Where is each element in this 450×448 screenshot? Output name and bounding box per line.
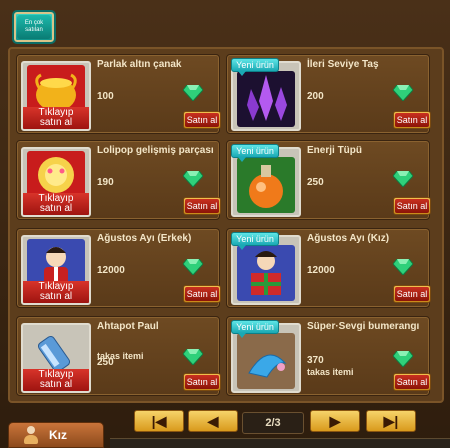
new-item-badge: Yeni ürün bbox=[231, 232, 279, 250]
item-thumbnail[interactable]: Tıklayıp satın al bbox=[21, 235, 91, 305]
item-price: 250 bbox=[307, 177, 324, 188]
click-to-buy-overlay[interactable]: Tıklayıp satın al bbox=[23, 193, 89, 215]
item-card: Tıklayıp satın al Ağustos Ayı (Erkek) 12… bbox=[16, 228, 221, 308]
click-to-buy-overlay[interactable]: Tıklayıp satın al bbox=[23, 369, 89, 391]
item-name: İleri Seviye Taş bbox=[307, 59, 379, 70]
item-name: Süper·Sevgi bumerangı bbox=[307, 321, 420, 332]
gem-icon bbox=[393, 259, 413, 275]
first-page-button[interactable]: |◀ bbox=[134, 410, 184, 432]
gem-icon bbox=[183, 85, 203, 101]
buy-button-label: Satın al bbox=[395, 375, 429, 389]
tab-girl[interactable]: Kız bbox=[8, 422, 104, 448]
item-card: Yeni ürün Ağustos Ayı (Kız) 12000 Satın … bbox=[226, 228, 431, 308]
page-indicator: 2/3 bbox=[242, 412, 304, 434]
buy-button[interactable]: Satın al bbox=[183, 373, 221, 391]
new-item-badge: Yeni ürün bbox=[231, 320, 279, 338]
item-name: Lolipop gelişmiş parçası bbox=[97, 145, 214, 156]
click-to-buy-overlay[interactable]: Tıklayıp satın al bbox=[23, 107, 89, 129]
buy-button-label: Satın al bbox=[185, 199, 219, 213]
buy-button[interactable]: Satın al bbox=[393, 373, 431, 391]
item-name: Ahtapot Paul bbox=[97, 321, 159, 332]
item-thumbnail[interactable]: Tıklayıp satın al bbox=[21, 323, 91, 393]
item-price: 12000 bbox=[97, 265, 125, 276]
buy-button[interactable]: Satın al bbox=[183, 197, 221, 215]
energy-flask-icon bbox=[237, 157, 295, 213]
buy-button[interactable]: Satın al bbox=[393, 197, 431, 215]
click-to-buy-overlay[interactable]: Tıklayıp satın al bbox=[23, 281, 89, 303]
gem-icon bbox=[183, 171, 203, 187]
item-card: Tıklayıp satın al Parlak altın çanak 100… bbox=[16, 54, 221, 134]
gem-icon bbox=[183, 349, 203, 365]
shop-window: En çok satılan Tıklayıp satın al Parlak … bbox=[0, 0, 450, 448]
item-price: 200 bbox=[307, 91, 324, 102]
pagination: |◀ ◀ 2/3 ▶ ▶| bbox=[134, 408, 416, 436]
item-name: Ağustos Ayı (Kız) bbox=[307, 233, 390, 244]
buy-button-label: Satın al bbox=[185, 287, 219, 301]
buy-button[interactable]: Satın al bbox=[183, 285, 221, 303]
item-name: Enerji Tüpü bbox=[307, 145, 362, 156]
next-page-button[interactable]: ▶ bbox=[310, 410, 360, 432]
buy-button-label: Satın al bbox=[185, 375, 219, 389]
buy-button[interactable]: Satın al bbox=[393, 111, 431, 129]
purple-crystal-icon bbox=[237, 71, 295, 127]
gem-icon bbox=[393, 171, 413, 187]
item-price: 190 bbox=[97, 177, 114, 188]
buy-button-label: Satın al bbox=[395, 199, 429, 213]
august-bear-female-icon bbox=[237, 245, 295, 301]
tab-girl-label: Kız bbox=[49, 428, 67, 442]
prev-page-button[interactable]: ◀ bbox=[188, 410, 238, 432]
item-thumbnail[interactable]: Tıklayıp satın al bbox=[21, 147, 91, 217]
buy-button[interactable]: Satın al bbox=[183, 111, 221, 129]
bottom-bar bbox=[110, 438, 450, 448]
buy-button-label: Satın al bbox=[395, 113, 429, 127]
buy-button[interactable]: Satın al bbox=[393, 285, 431, 303]
buy-button-label: Satın al bbox=[395, 287, 429, 301]
buy-button-label: Satın al bbox=[185, 113, 219, 127]
gem-icon bbox=[183, 259, 203, 275]
tab-best-sellers[interactable]: En çok satılan bbox=[12, 10, 56, 44]
tab-best-sellers-label: En çok satılan bbox=[17, 15, 51, 39]
gem-icon bbox=[393, 351, 413, 367]
person-icon bbox=[23, 426, 39, 444]
item-card: Yeni ürün Süper·Sevgi bumerangı 370 taka… bbox=[226, 316, 431, 396]
item-card: Tıklayıp satın al Lolipop gelişmiş parça… bbox=[16, 140, 221, 220]
item-name: Ağustos Ayı (Erkek) bbox=[97, 233, 192, 244]
item-price: 12000 bbox=[307, 265, 335, 276]
item-price: 370 bbox=[307, 355, 324, 366]
item-name: Parlak altın çanak bbox=[97, 59, 182, 70]
item-price: 250 bbox=[97, 357, 114, 368]
item-thumbnail[interactable]: Tıklayıp satın al bbox=[21, 61, 91, 131]
item-price: 100 bbox=[97, 91, 114, 102]
new-item-badge: Yeni ürün bbox=[231, 144, 279, 162]
love-boomerang-icon bbox=[237, 333, 295, 389]
item-card: Yeni ürün İleri Seviye Taş 200 Satın al bbox=[226, 54, 431, 134]
item-subtitle: takas itemi bbox=[307, 367, 354, 377]
last-page-button[interactable]: ▶| bbox=[366, 410, 416, 432]
new-item-badge: Yeni ürün bbox=[231, 58, 279, 76]
item-card: Yeni ürün Enerji Tüpü 250 Satın al bbox=[226, 140, 431, 220]
gem-icon bbox=[393, 85, 413, 101]
item-card: Tıklayıp satın al Ahtapot Paul takas ite… bbox=[16, 316, 221, 396]
